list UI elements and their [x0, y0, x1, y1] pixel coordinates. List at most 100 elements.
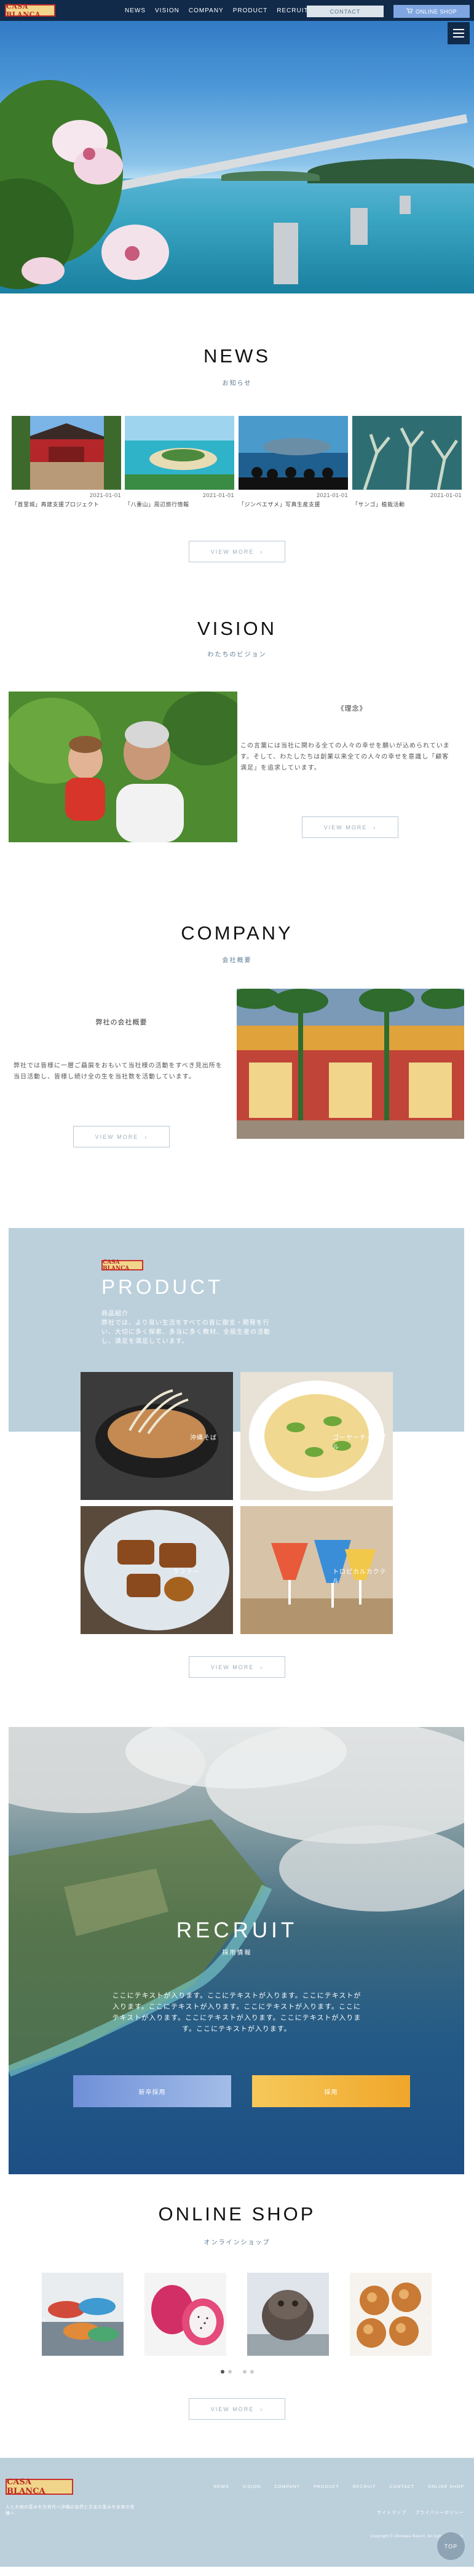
- news-date: 2021-01-01: [316, 492, 348, 498]
- view-more-label: VIEW MORE: [210, 1664, 255, 1670]
- product-image-goya[interactable]: ゴーヤーチャンプル: [240, 1372, 393, 1500]
- footer-nav-vision[interactable]: VISION: [242, 2485, 261, 2489]
- slide-dot[interactable]: [242, 2370, 247, 2374]
- slide-dot[interactable]: [220, 2370, 224, 2374]
- view-more-label: VIEW MORE: [323, 824, 368, 831]
- footer-nav: NEWS VISION COMPANY PRODUCT RECRUIT CONT…: [213, 2485, 464, 2489]
- footer-sub-links: サイトマップ プライバシーポリシー: [377, 2510, 464, 2516]
- product-image-rafute[interactable]: ラフテー: [81, 1506, 233, 1634]
- footer-logo[interactable]: CASA BLANCA: [6, 2478, 73, 2496]
- bridge-pillar: [274, 223, 298, 284]
- news-item-title: 「首里城」再建支援プロジェクト: [12, 501, 100, 508]
- news-card[interactable]: 2021-01-01 「八重山」周辺旅行情報: [125, 416, 234, 508]
- news-image-shurijo: [12, 416, 121, 490]
- company-heading: 弊社の会社概要: [95, 1019, 148, 1026]
- view-more-label: VIEW MORE: [210, 2406, 255, 2412]
- recruit-text: ここにテキストが入ります。ここにテキストが入ります。ここにテキストが入ります。こ…: [112, 1992, 361, 2033]
- nav-vision[interactable]: VISION: [155, 7, 180, 14]
- news-card[interactable]: 2021-01-01 「ジンベエザメ」写真生産支援: [239, 416, 348, 508]
- slide-dot[interactable]: [250, 2370, 254, 2374]
- contact-button[interactable]: CONTACT: [307, 6, 384, 17]
- product-view-more-button[interactable]: VIEW MORE ›: [189, 1656, 285, 1678]
- footer-nav-company[interactable]: COMPANY: [274, 2485, 300, 2489]
- recruit-new-graduate-button[interactable]: 新卒採用: [73, 2075, 231, 2107]
- product-image-cocktail[interactable]: トロピカルカクテル: [240, 1506, 393, 1634]
- view-more-label: VIEW MORE: [95, 1133, 139, 1140]
- shop-item-fish[interactable]: [42, 2273, 124, 2356]
- chevron-right-icon: ›: [260, 2406, 264, 2412]
- slide-dot[interactable]: [227, 2370, 232, 2374]
- product-label: ラフテー: [173, 1569, 200, 1576]
- footer-privacy-link[interactable]: プライバシーポリシー: [415, 2510, 464, 2516]
- nav-recruit[interactable]: RECRUIT: [277, 7, 308, 14]
- chevron-right-icon: ›: [260, 1664, 264, 1670]
- online-shop-label: ONLINE SHOP: [415, 8, 457, 15]
- vision-subtitle: わたちのビジョン: [207, 652, 267, 658]
- view-more-label: VIEW MORE: [210, 548, 255, 555]
- footer-nav-recruit[interactable]: RECRUIT: [353, 2485, 376, 2489]
- nav-news[interactable]: NEWS: [125, 7, 146, 14]
- footer-tagline: 人と大地の恵みを次世代へ沖縄の自然と文化の恵みを未来の皆様へ: [6, 2505, 135, 2516]
- footer-nav-contact[interactable]: CONTACT: [390, 2485, 414, 2489]
- company-subtitle: 会社概要: [222, 957, 252, 964]
- shop-subtitle: オンラインショップ: [203, 2239, 271, 2246]
- company-text: 弊社では皆様に一層ご贔屓をおもいて当社様の活動をすべき見出所を当日活動し、皆様し…: [14, 1063, 223, 1080]
- nav-company[interactable]: COMPANY: [189, 7, 224, 14]
- back-to-top-button[interactable]: TOP: [437, 2532, 465, 2560]
- vision-text: この言葉には当社に関わる全ての人々の幸せを願いが込められています。そして、わたし…: [240, 743, 450, 772]
- product-image-soba[interactable]: 沖縄そば: [81, 1372, 233, 1500]
- footer-nav-online-shop[interactable]: ONLINE SHOP: [428, 2485, 464, 2489]
- recruit-title: RECRUIT: [176, 1918, 298, 1942]
- footer-sitemap-link[interactable]: サイトマップ: [377, 2510, 406, 2516]
- chevron-right-icon: ›: [260, 548, 264, 555]
- news-date: 2021-01-01: [202, 492, 234, 498]
- shop-pagination: [0, 2370, 474, 2374]
- news-card[interactable]: 2021-01-01 「首里城」再建支援プロジェクト: [12, 416, 121, 508]
- shop-item-dragon-fruit[interactable]: [144, 2273, 226, 2356]
- bridge-pillar: [400, 196, 411, 214]
- company-photo-storefront: [237, 989, 464, 1139]
- shop-item-sata-andagi[interactable]: [350, 2273, 432, 2356]
- vision-heading: 《理念》: [337, 705, 367, 712]
- site-header: CASA BLANCA NEWS VISION COMPANY PRODUCT …: [0, 0, 474, 21]
- cart-icon: [406, 8, 413, 15]
- vision-photo-grandfather-baby: [9, 692, 237, 842]
- footer-nav-news[interactable]: NEWS: [213, 2485, 229, 2489]
- product-label: トロピカルカクテル: [333, 1569, 387, 1585]
- chevron-right-icon: ›: [144, 1133, 148, 1140]
- recruit-career-button[interactable]: 採用: [252, 2075, 410, 2107]
- nav-product[interactable]: PRODUCT: [233, 7, 267, 14]
- recruit-subtitle: 採用情報: [222, 1950, 252, 1956]
- shop-view-more-button[interactable]: VIEW MORE ›: [189, 2398, 285, 2420]
- hibiscus-flowers: [0, 80, 169, 289]
- news-image-beach: [125, 416, 234, 490]
- news-view-more-button[interactable]: VIEW MORE ›: [189, 541, 285, 562]
- footer-nav-product[interactable]: PRODUCT: [314, 2485, 339, 2489]
- global-nav: NEWS VISION COMPANY PRODUCT RECRUIT: [125, 0, 309, 21]
- news-item-title: 「ジンベエザメ」写真生産支援: [239, 501, 321, 508]
- product-text: 商品紹介 弊社では、より良い生活をすべての皆に御支・開発を行い、大切に多く探索、…: [101, 1310, 271, 1345]
- product-title: PRODUCT: [101, 1275, 224, 1298]
- news-date: 2021-01-01: [430, 492, 462, 498]
- vision-title: VISION: [197, 618, 277, 639]
- vision-view-more-button[interactable]: VIEW MORE ›: [302, 816, 398, 838]
- shop-item-shisa[interactable]: [247, 2273, 329, 2356]
- chevron-right-icon: ›: [373, 824, 377, 831]
- company-view-more-button[interactable]: VIEW MORE ›: [73, 1126, 170, 1147]
- online-shop-button[interactable]: ONLINE SHOP: [393, 5, 470, 18]
- product-logo: CASA BLANCA: [101, 1259, 143, 1272]
- news-image-whale-shark: [239, 416, 348, 490]
- company-title: COMPANY: [181, 922, 293, 944]
- news-title: NEWS: [203, 345, 271, 367]
- menu-button[interactable]: [448, 22, 470, 44]
- bridge-pillar: [350, 208, 368, 245]
- news-card[interactable]: 2021-01-01 「サンゴ」植栽活動: [352, 416, 462, 508]
- shop-title: ONLINE SHOP: [158, 2203, 316, 2225]
- product-label: ゴーヤーチャンプル: [333, 1435, 387, 1451]
- product-label: 沖縄そば: [190, 1435, 217, 1442]
- logo[interactable]: CASA BLANCA: [5, 2, 55, 18]
- news-item-title: 「八重山」周辺旅行情報: [125, 501, 189, 508]
- hero-slider[interactable]: [0, 0, 474, 293]
- carousel-next-arrow-icon[interactable]: ›: [425, 2314, 429, 2324]
- carousel-prev-arrow-icon[interactable]: ‹: [43, 2314, 46, 2324]
